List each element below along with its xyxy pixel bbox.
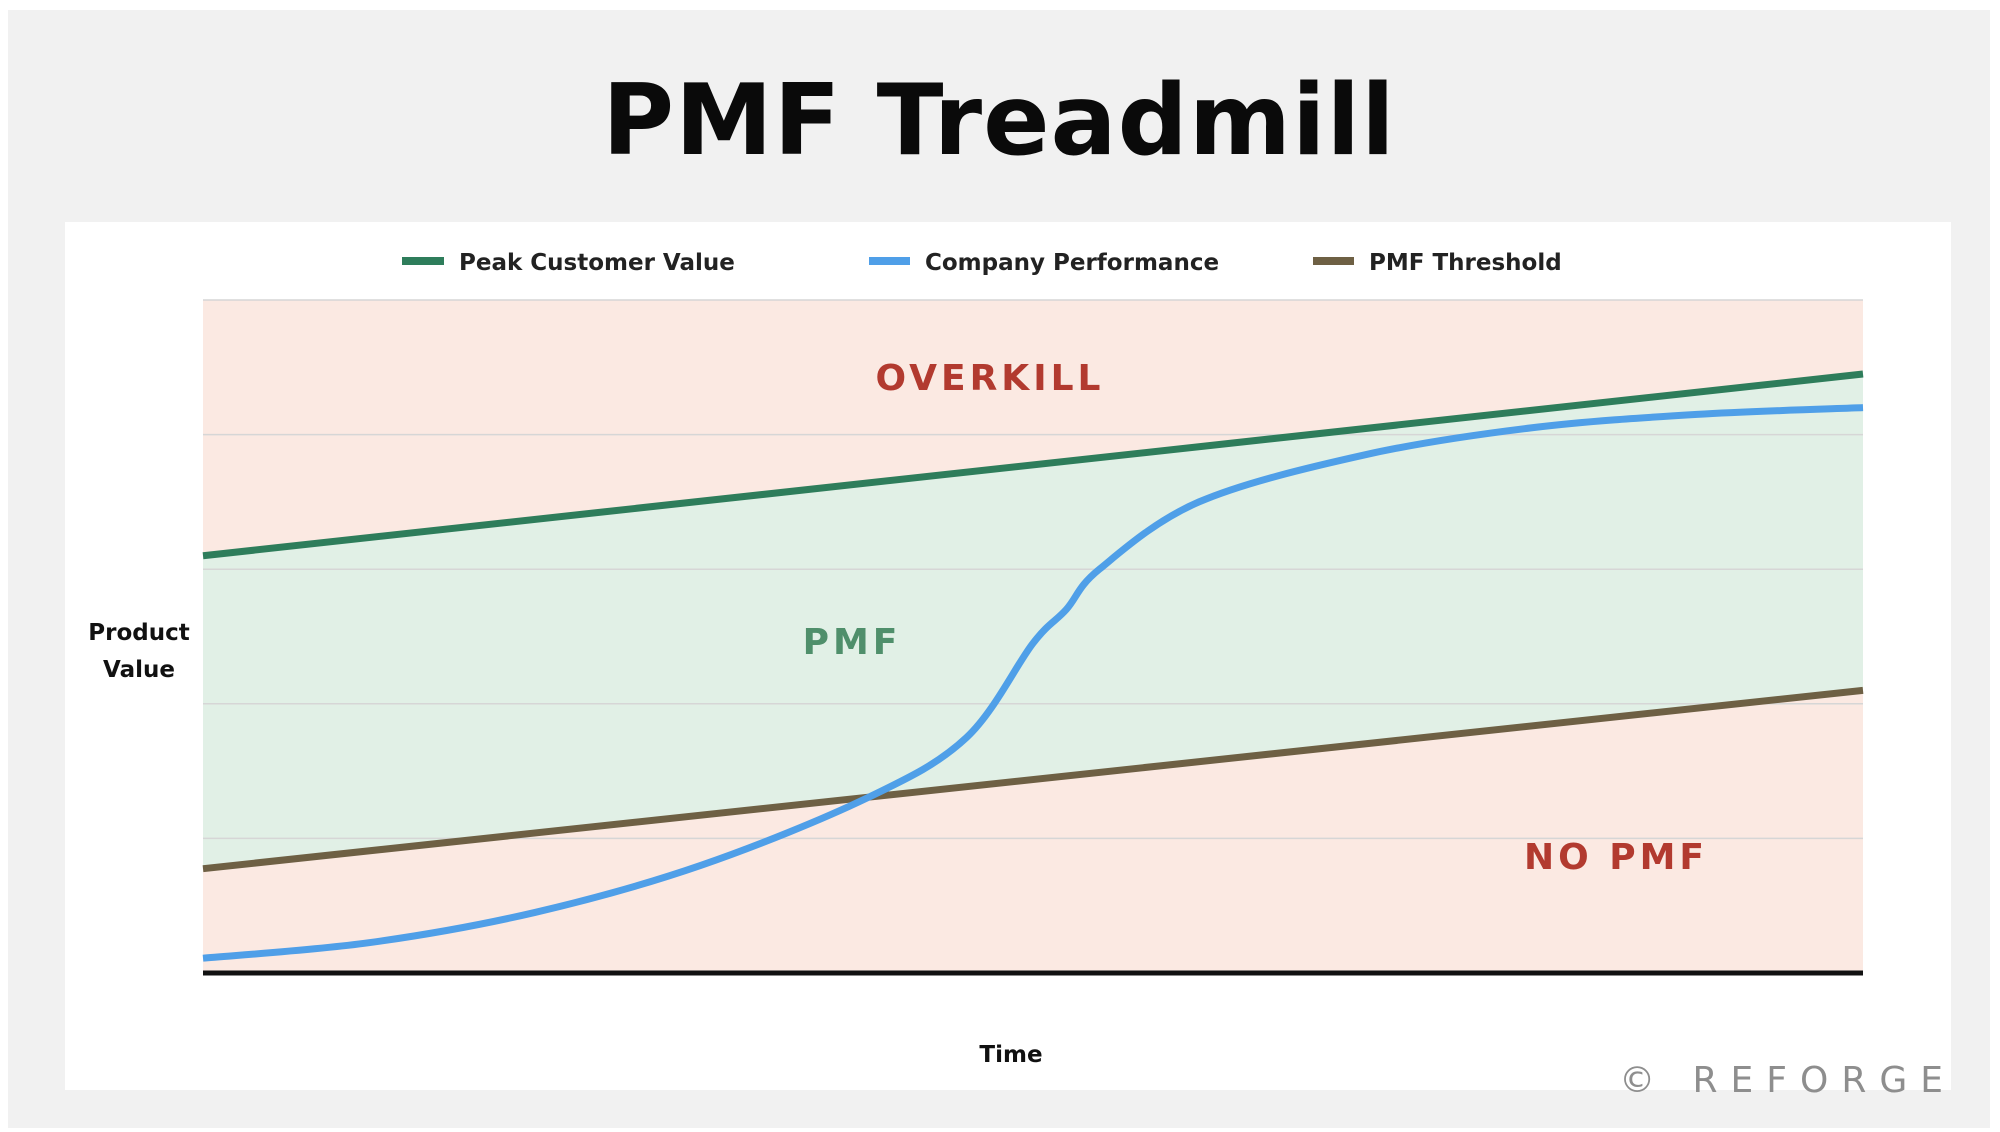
chart-svg: OVERKILL PMF NO PMF Peak Customer Value … [88,250,1864,1068]
chart-title: PMF Treadmill [602,64,1396,178]
region-label-overkill: OVERKILL [876,358,1105,399]
y-axis-label-line-1: Product [88,620,189,646]
slide: PMF Treadmill OVERKILL PMF NO PMF Peak C… [8,10,1990,1128]
y-axis-label-line-2: Value [103,657,175,683]
region-label-no-pmf: NO PMF [1524,837,1708,878]
legend-label-pmf-threshold: PMF Threshold [1369,250,1562,276]
region-label-pmf: PMF [803,622,902,663]
legend-label-company-performance: Company Performance [925,250,1219,276]
reforge-watermark: © REFORGE [1619,1060,1956,1101]
x-axis-label: Time [979,1042,1042,1068]
legend-label-peak-customer-value: Peak Customer Value [459,250,735,276]
legend: Peak Customer Value Company Performance … [402,250,1562,276]
chart-panel: OVERKILL PMF NO PMF Peak Customer Value … [65,222,1951,1090]
